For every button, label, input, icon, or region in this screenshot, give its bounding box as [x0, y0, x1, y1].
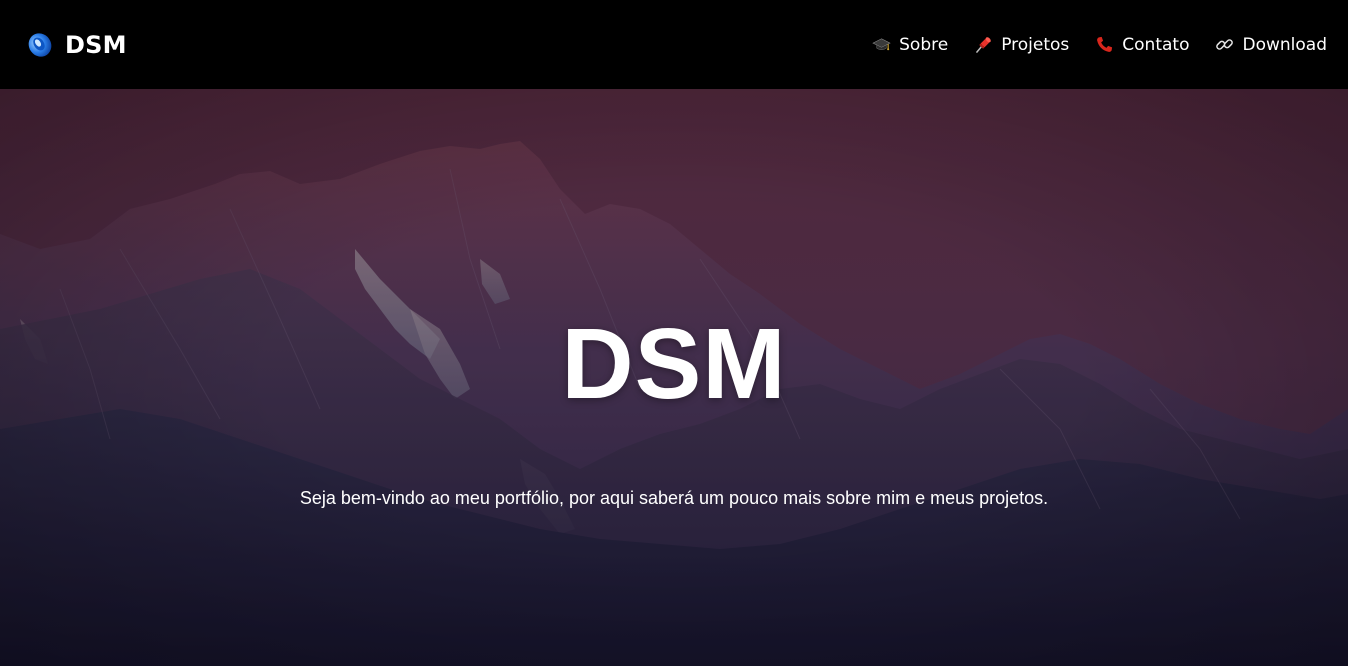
nav-link-download[interactable]: Download — [1215, 35, 1327, 55]
nav-link-sobre[interactable]: Sobre — [872, 35, 948, 55]
nav-link-label: Sobre — [899, 34, 949, 55]
telephone-receiver-icon — [1097, 36, 1113, 52]
link-icon — [1216, 39, 1234, 50]
brand-name: DSM — [65, 30, 127, 59]
hero-section: DSM Seja bem-vindo ao meu portfólio, por… — [0, 89, 1348, 666]
nav-link-contato[interactable]: Contato — [1095, 35, 1189, 55]
hero-title: DSM — [561, 308, 787, 420]
nav-link-label: Projetos — [1001, 34, 1070, 55]
nav-link-projetos[interactable]: Projetos — [974, 35, 1069, 55]
pushpin-icon — [976, 37, 991, 53]
navbar: DSM Sobre Projetos Contato Download — [0, 0, 1348, 89]
nav-link-label: Contato — [1122, 34, 1190, 55]
nav-links: Sobre Projetos Contato Download — [872, 35, 1327, 55]
brand-link[interactable]: DSM — [26, 31, 127, 59]
nav-link-label: Download — [1242, 34, 1327, 55]
blue-orb-logo-icon — [28, 32, 52, 57]
hero-subtitle: Seja bem-vindo ao meu portfólio, por aqu… — [299, 488, 1049, 508]
graduation-cap-icon — [872, 38, 891, 51]
